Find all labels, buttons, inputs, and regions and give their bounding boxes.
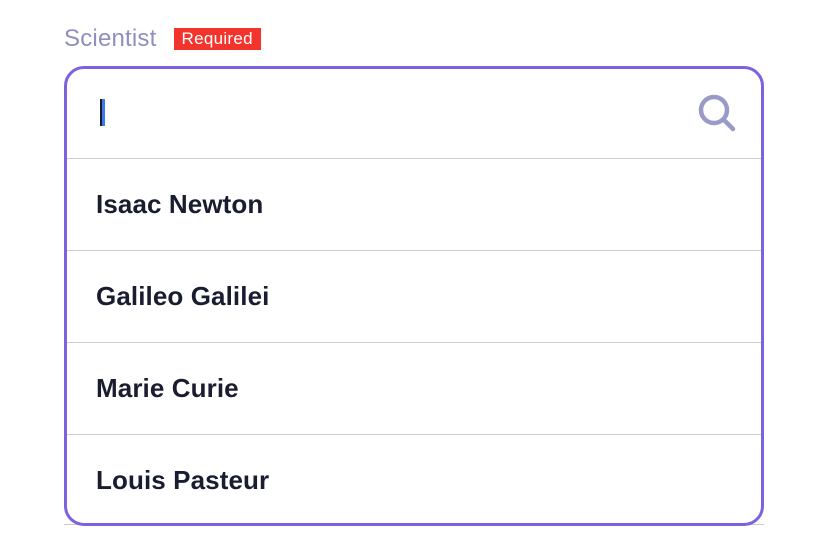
option-label: Galileo Galilei xyxy=(96,281,270,311)
required-badge: Required xyxy=(173,28,261,50)
option-label: Isaac Newton xyxy=(96,189,264,219)
field-label: Scientist xyxy=(64,25,157,52)
search-input[interactable] xyxy=(97,95,657,131)
option-louis-pasteur[interactable]: Louis Pasteur xyxy=(67,435,761,523)
option-marie-curie[interactable]: Marie Curie xyxy=(67,343,761,435)
scientist-combobox[interactable]: Isaac Newton Galileo Galilei Marie Curie… xyxy=(64,66,764,526)
search-icon[interactable] xyxy=(697,93,737,133)
option-isaac-newton[interactable]: Isaac Newton xyxy=(67,159,761,251)
option-label: Louis Pasteur xyxy=(96,465,270,495)
search-row[interactable] xyxy=(67,69,761,159)
option-label: Marie Curie xyxy=(96,373,239,403)
option-galileo-galilei[interactable]: Galileo Galilei xyxy=(67,251,761,343)
text-cursor xyxy=(100,99,105,126)
field-header: Scientist Required xyxy=(64,24,261,54)
